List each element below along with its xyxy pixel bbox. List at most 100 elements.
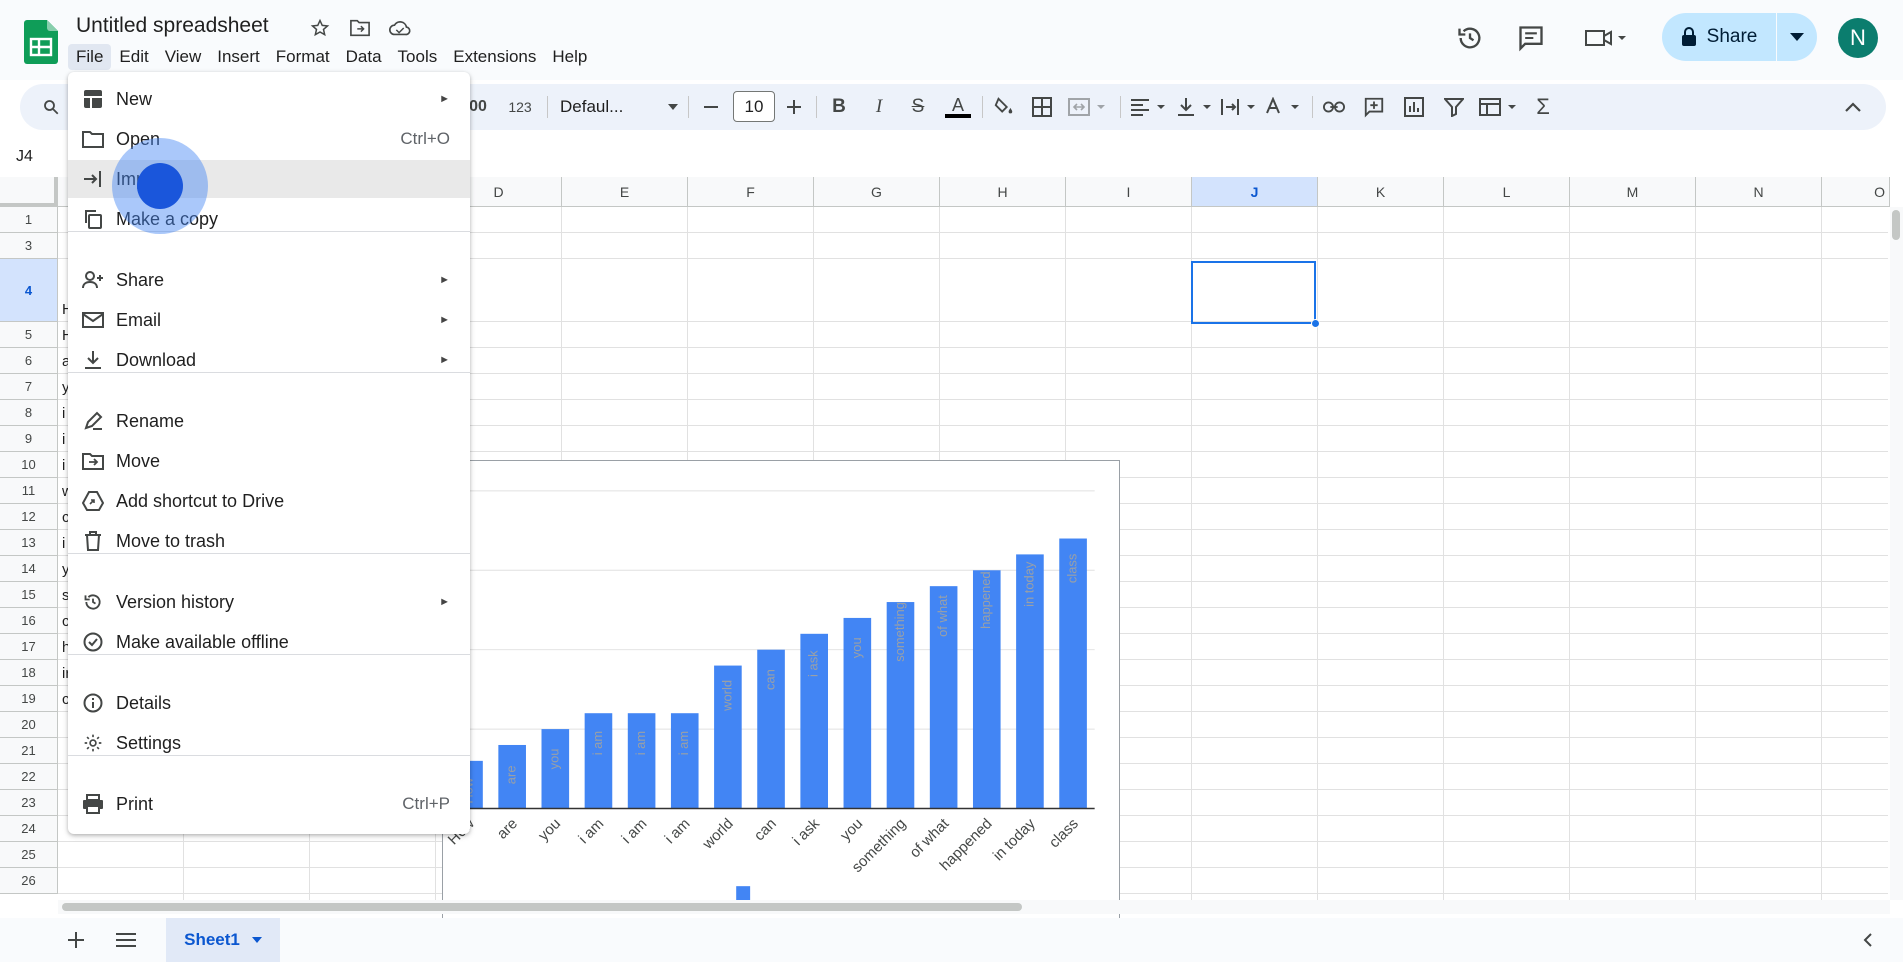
row-header-24[interactable]: 24 xyxy=(0,816,58,842)
cell-a10[interactable]: i xyxy=(62,457,65,474)
row-header-21[interactable]: 21 xyxy=(0,738,58,764)
row-header-16[interactable]: 16 xyxy=(0,608,58,634)
format-number-button[interactable]: 123 xyxy=(502,92,538,122)
all-sheets-icon[interactable] xyxy=(112,926,140,954)
font-size-input[interactable]: 10 xyxy=(733,91,775,122)
vertical-scrollbar[interactable] xyxy=(1890,207,1903,900)
sheets-logo-icon[interactable] xyxy=(24,20,58,64)
column-header-i[interactable]: I xyxy=(1066,177,1192,207)
file-menu-item-add-shortcut-to-drive[interactable]: Add shortcut to Drive xyxy=(68,482,470,520)
meet-video-icon[interactable] xyxy=(1580,20,1630,56)
menu-format[interactable]: Format xyxy=(268,44,338,70)
row-header-15[interactable]: 15 xyxy=(0,582,58,608)
borders-icon[interactable] xyxy=(1028,92,1056,122)
row-header-14[interactable]: 14 xyxy=(0,556,58,582)
file-menu-item-download[interactable]: Download ► xyxy=(68,341,470,379)
star-icon[interactable] xyxy=(307,15,333,41)
vertical-scroll-thumb[interactable] xyxy=(1892,210,1900,240)
column-header-g[interactable]: G xyxy=(814,177,940,207)
row-header-26[interactable]: 26 xyxy=(0,868,58,894)
column-header-k[interactable]: K xyxy=(1318,177,1444,207)
account-avatar[interactable]: N xyxy=(1838,18,1878,58)
column-header-f[interactable]: F xyxy=(688,177,814,207)
share-dropdown-button[interactable] xyxy=(1777,13,1817,61)
column-header-j[interactable]: J xyxy=(1192,177,1318,207)
comments-icon[interactable] xyxy=(1513,20,1549,56)
file-menu-item-move[interactable]: Move xyxy=(68,442,470,480)
row-header-20[interactable]: 20 xyxy=(0,712,58,738)
row-header-7[interactable]: 7 xyxy=(0,374,58,400)
menu-insert[interactable]: Insert xyxy=(209,44,268,70)
select-all-corner[interactable] xyxy=(0,177,58,207)
file-menu-item-share[interactable]: Share ► xyxy=(68,261,470,299)
fill-color-icon[interactable] xyxy=(988,92,1020,122)
row-header-12[interactable]: 12 xyxy=(0,504,58,530)
text-color-icon[interactable]: A xyxy=(942,92,974,122)
column-header-o[interactable]: O xyxy=(1822,177,1890,207)
text-wrap-icon[interactable] xyxy=(1218,92,1260,122)
italic-icon[interactable]: I xyxy=(865,92,893,122)
menu-extensions[interactable]: Extensions xyxy=(445,44,544,70)
file-menu-item-make-available-offline[interactable]: Make available offline xyxy=(68,623,470,661)
file-menu-item-move-to-trash[interactable]: Move to trash xyxy=(68,522,470,560)
menu-data[interactable]: Data xyxy=(338,44,390,70)
sheet-tab-sheet1[interactable]: Sheet1 xyxy=(166,918,280,962)
filter-views-icon[interactable] xyxy=(1476,92,1522,122)
font-size-decrease-button[interactable] xyxy=(697,92,725,122)
share-button[interactable]: Share xyxy=(1662,13,1776,61)
file-menu-item-details[interactable]: Details xyxy=(68,684,470,722)
insert-chart-icon[interactable] xyxy=(1398,92,1430,122)
menu-edit[interactable]: Edit xyxy=(111,44,156,70)
add-sheet-icon[interactable] xyxy=(62,926,90,954)
file-menu-item-print[interactable]: Print Ctrl+P xyxy=(68,785,470,823)
row-header-10[interactable]: 10 xyxy=(0,452,58,478)
vertical-align-icon[interactable] xyxy=(1174,92,1216,122)
row-header-11[interactable]: 11 xyxy=(0,478,58,504)
menu-file[interactable]: File xyxy=(68,44,112,70)
column-header-h[interactable]: H xyxy=(940,177,1066,207)
row-header-1[interactable]: 1 xyxy=(0,207,58,233)
selected-cell-j4[interactable] xyxy=(1191,261,1316,324)
row-header-13[interactable]: 13 xyxy=(0,530,58,556)
row-header-25[interactable]: 25 xyxy=(0,842,58,868)
filter-icon[interactable] xyxy=(1438,92,1470,122)
insert-comment-icon[interactable] xyxy=(1358,92,1390,122)
row-header-17[interactable]: 17 xyxy=(0,634,58,660)
row-header-4[interactable]: 4 xyxy=(0,259,58,322)
file-menu-item-new[interactable]: New ► xyxy=(68,80,470,118)
column-header-m[interactable]: M xyxy=(1570,177,1696,207)
row-header-6[interactable]: 6 xyxy=(0,348,58,374)
name-box[interactable]: J4 xyxy=(16,148,33,166)
cell-a8[interactable]: i xyxy=(62,405,65,422)
explore-toggle-icon[interactable] xyxy=(1854,926,1882,954)
horizontal-scroll-thumb[interactable] xyxy=(62,903,1022,911)
file-menu-item-email[interactable]: Email ► xyxy=(68,301,470,339)
row-header-23[interactable]: 23 xyxy=(0,790,58,816)
merge-cells-icon[interactable] xyxy=(1064,92,1112,122)
file-menu-item-rename[interactable]: Rename xyxy=(68,402,470,440)
column-header-l[interactable]: L xyxy=(1444,177,1570,207)
cell-a13[interactable]: i xyxy=(62,535,65,552)
cloud-status-icon[interactable] xyxy=(387,15,413,41)
menu-tools[interactable]: Tools xyxy=(390,44,446,70)
row-header-22[interactable]: 22 xyxy=(0,764,58,790)
row-header-5[interactable]: 5 xyxy=(0,322,58,348)
document-title[interactable]: Untitled spreadsheet xyxy=(76,14,269,38)
text-rotation-icon[interactable] xyxy=(1262,92,1304,122)
menu-view[interactable]: View xyxy=(157,44,210,70)
column-header-e[interactable]: E xyxy=(562,177,688,207)
row-header-18[interactable]: 18 xyxy=(0,660,58,686)
row-header-19[interactable]: 19 xyxy=(0,686,58,712)
row-header-3[interactable]: 3 xyxy=(0,233,58,259)
horizontal-align-icon[interactable] xyxy=(1128,92,1170,122)
row-header-9[interactable]: 9 xyxy=(0,426,58,452)
font-size-increase-button[interactable] xyxy=(780,92,808,122)
bold-icon[interactable]: B xyxy=(825,92,853,122)
history-icon[interactable] xyxy=(1452,20,1488,56)
collapse-toolbar-icon[interactable] xyxy=(1838,92,1868,122)
strikethrough-icon[interactable]: S xyxy=(904,92,932,122)
search-icon[interactable] xyxy=(38,92,64,122)
functions-icon[interactable]: Σ xyxy=(1528,92,1558,122)
file-menu-item-settings[interactable]: Settings xyxy=(68,724,470,762)
row-header-8[interactable]: 8 xyxy=(0,400,58,426)
